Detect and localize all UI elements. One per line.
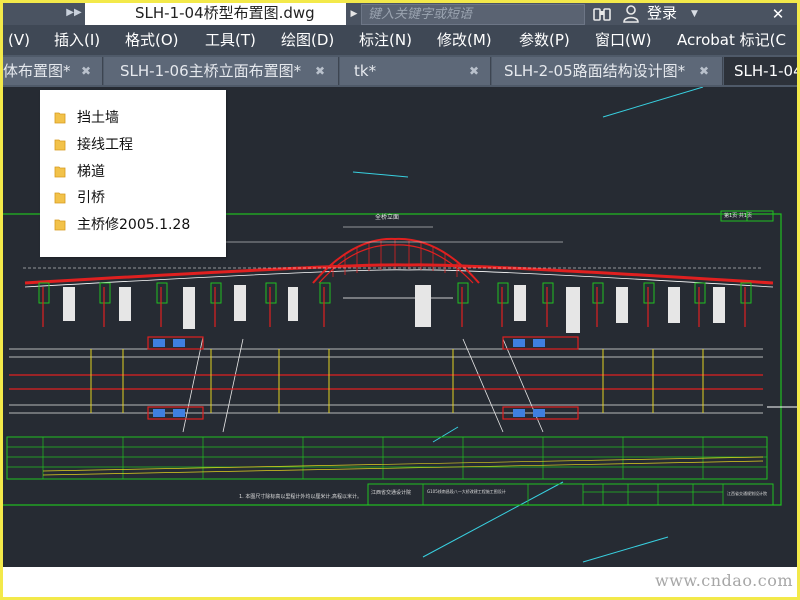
document-title: SLH-1-04桥型布置图.dwg	[135, 4, 315, 22]
search-expand-icon[interactable]: ▶	[348, 5, 360, 23]
tab-main-bridge-elevation[interactable]: SLH-1-06主桥立面布置图* ✖	[104, 57, 339, 85]
folder-item[interactable]: 梯道	[40, 159, 226, 185]
folder-list-panel: 挡土墙 接线工程 梯道 引桥 主桥修2005.1.28	[40, 90, 226, 257]
footer-area: www.cndao.com	[3, 567, 797, 597]
tab-label: tk*	[354, 62, 377, 80]
title-block-company: 江西省交通规划设计院	[727, 491, 767, 496]
folder-item[interactable]: 挡土墙	[40, 105, 226, 131]
folder-item[interactable]: 接线工程	[40, 132, 226, 158]
drawing-title-label: 全桥立面	[375, 214, 400, 221]
title-bar: ▶▶ SLH-1-04桥型布置图.dwg ▶ 键入关键字或短语 登录 ▼ ✕	[3, 3, 797, 25]
title-block-designer: 江西省交通设计院	[371, 490, 412, 496]
site-watermark: www.cndao.com	[655, 571, 794, 590]
folder-label: 挡土墙	[77, 110, 119, 126]
folder-label: 引桥	[77, 190, 105, 206]
user-icon[interactable]	[623, 5, 639, 23]
folder-icon	[54, 166, 66, 178]
tab-tk[interactable]: tk* ✖	[340, 57, 491, 85]
menu-window[interactable]: 窗口(W)	[595, 25, 652, 55]
menu-insert[interactable]: 插入(I)	[54, 25, 100, 55]
menu-tools[interactable]: 工具(T)	[205, 25, 256, 55]
close-icon[interactable]: ✕	[767, 4, 789, 24]
tab-label: SLH-2-05路面结构设计图*	[504, 62, 686, 80]
menu-parametric[interactable]: 参数(P)	[519, 25, 570, 55]
document-tab-bar: 体布置图* ✖ SLH-1-06主桥立面布置图* ✖ tk* ✖ SLH-2-0…	[3, 55, 797, 87]
title-block-project: G105线南昌段八一大桥改建工程施工图设计	[427, 489, 506, 494]
menu-bar: (V) 插入(I) 格式(O) 工具(T) 绘图(D) 标注(N) 修改(M) …	[3, 25, 797, 55]
menu-format[interactable]: 格式(O)	[125, 25, 179, 55]
menu-acrobat[interactable]: Acrobat 标记(C	[677, 25, 786, 55]
tab-label: 体布置图*	[3, 62, 71, 80]
tab-close-icon[interactable]: ✖	[315, 57, 325, 85]
folder-item[interactable]: 主桥修2005.1.28	[40, 212, 226, 238]
chevron-down-icon[interactable]: ▼	[691, 5, 698, 23]
folder-icon	[54, 112, 66, 124]
menu-draw[interactable]: 绘图(D)	[281, 25, 334, 55]
tab-close-icon[interactable]: ✖	[81, 57, 91, 85]
autocad-window: ▶▶ SLH-1-04桥型布置图.dwg ▶ 键入关键字或短语 登录 ▼ ✕ (…	[3, 3, 797, 597]
folder-label: 接线工程	[77, 137, 133, 153]
tab-close-icon[interactable]: ✖	[699, 57, 709, 85]
menu-modify[interactable]: 修改(M)	[437, 25, 492, 55]
tab-overall-layout[interactable]: 体布置图* ✖	[3, 57, 103, 85]
folder-item[interactable]: 引桥	[40, 185, 226, 211]
sheet-number-label: 第1页 共1页	[724, 213, 752, 219]
drawing-note: 1. 本图尺寸除标高以里程计外均以厘米计,高程以米计。	[239, 494, 362, 500]
binoculars-icon[interactable]	[593, 6, 611, 22]
tab-label: SLH-1-04	[734, 62, 797, 80]
folder-label: 主桥修2005.1.28	[77, 217, 191, 233]
tab-pavement-structure[interactable]: SLH-2-05路面结构设计图* ✖	[492, 57, 723, 85]
search-placeholder: 键入关键字或短语	[368, 7, 473, 22]
menu-view[interactable]: (V)	[8, 25, 30, 55]
folder-icon	[54, 219, 66, 231]
search-input[interactable]: 键入关键字或短语	[361, 4, 585, 25]
folder-label: 梯道	[77, 164, 105, 180]
folder-icon	[54, 139, 66, 151]
tab-close-icon[interactable]: ✖	[469, 57, 479, 85]
document-title-box: SLH-1-04桥型布置图.dwg	[85, 3, 346, 25]
tab-label: SLH-1-06主桥立面布置图*	[120, 62, 302, 80]
tab-bridge-layout[interactable]: SLH-1-04	[724, 57, 797, 85]
menu-dimension[interactable]: 标注(N)	[359, 25, 412, 55]
quick-access-more-icon[interactable]: ▶▶	[65, 5, 83, 21]
login-label[interactable]: 登录	[647, 4, 677, 23]
folder-icon	[54, 192, 66, 204]
